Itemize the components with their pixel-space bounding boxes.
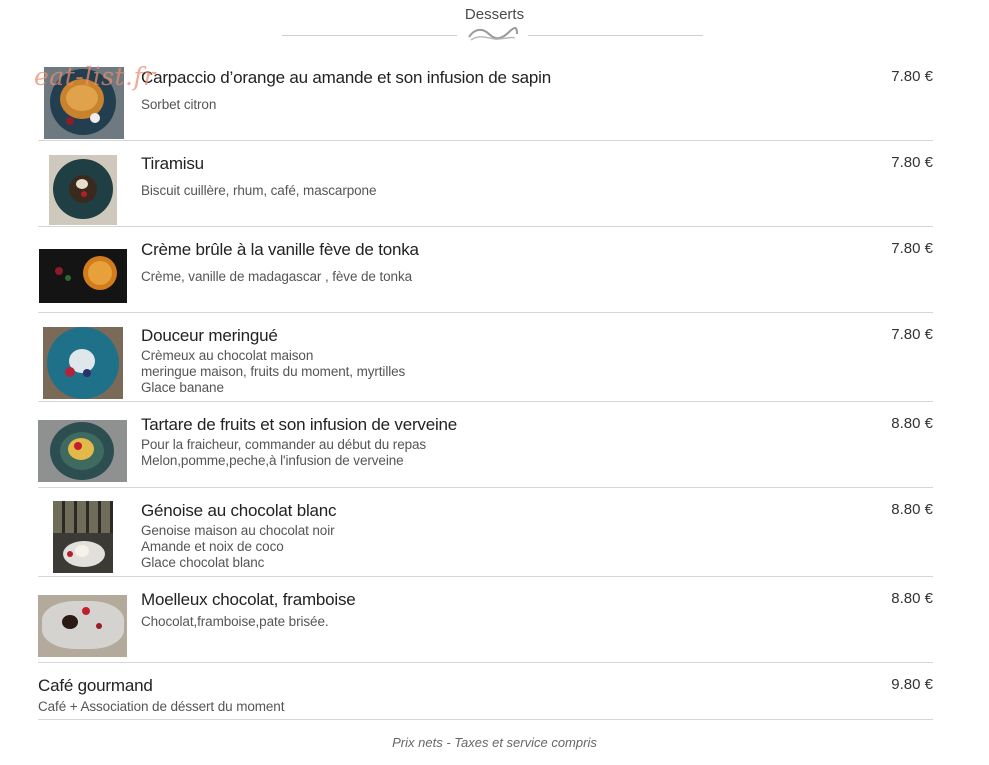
watermark-logo: eat-list.fr: [34, 62, 156, 91]
item-name: Café gourmand: [38, 676, 153, 695]
item-name: Génoise au chocolat blanc: [141, 501, 337, 520]
item-description: Sorbet citron: [141, 97, 217, 112]
moelleux-photo-icon: [38, 595, 127, 657]
item-name: Tiramisu: [141, 154, 204, 173]
menu-item[interactable]: Carpaccio d’orange au amande et son infu…: [38, 55, 933, 141]
item-name: Carpaccio d’orange au amande et son infu…: [141, 68, 551, 87]
item-description: Café + Association de déssert du moment: [38, 699, 285, 714]
item-description: Crèmeux au chocolat maison meringue mais…: [141, 348, 406, 395]
item-price: 7.80 €: [891, 326, 933, 343]
title-divider-right: [528, 35, 703, 36]
menu-item[interactable]: Café gourmand Café + Association de déss…: [38, 663, 933, 720]
item-name: Moelleux chocolat, framboise: [141, 590, 356, 609]
item-description: Crème, vanille de madagascar , fève de t…: [141, 269, 412, 284]
tartare-photo-icon: [38, 420, 127, 482]
menu-item[interactable]: Génoise au chocolat blanc Genoise maison…: [38, 488, 933, 577]
menu-item[interactable]: Tiramisu Biscuit cuillère, rhum, café, m…: [38, 141, 933, 227]
dessert-menu-list: Carpaccio d’orange au amande et son infu…: [38, 55, 933, 720]
item-name: Tartare de fruits et son infusion de ver…: [141, 415, 458, 434]
item-price: 8.80 €: [891, 501, 933, 518]
item-name: Douceur meringué: [141, 326, 278, 345]
menu-item[interactable]: Tartare de fruits et son infusion de ver…: [38, 402, 933, 488]
title-divider-left: [282, 35, 457, 36]
genoise-photo-icon: [53, 501, 113, 573]
creme-brulee-photo-icon: [39, 249, 127, 303]
menu-item[interactable]: Moelleux chocolat, framboise Chocolat,fr…: [38, 577, 933, 663]
item-description: Genoise maison au chocolat noir Amande e…: [141, 523, 335, 570]
item-description: Pour la fraicheur, commander au début du…: [141, 437, 427, 468]
section-header: Desserts: [0, 0, 989, 50]
swirl-ornament-icon: [468, 27, 518, 41]
meringue-photo-icon: [43, 327, 123, 399]
item-name: Crème brûle à la vanille fève de tonka: [141, 240, 419, 259]
menu-item[interactable]: Douceur meringué Crèmeux au chocolat mai…: [38, 313, 933, 402]
item-description: Chocolat,framboise,pate brisée.: [141, 614, 329, 629]
footer-note: Prix nets - Taxes et service compris: [392, 735, 597, 750]
item-price: 7.80 €: [891, 68, 933, 85]
item-price: 7.80 €: [891, 240, 933, 257]
tiramisu-photo-icon: [49, 155, 117, 225]
item-price: 8.80 €: [891, 590, 933, 607]
item-description: Biscuit cuillère, rhum, café, mascarpone: [141, 183, 377, 198]
section-title: Desserts: [464, 6, 525, 23]
menu-item[interactable]: Crème brûle à la vanille fève de tonka C…: [38, 227, 933, 313]
item-price: 9.80 €: [891, 676, 933, 693]
item-price: 7.80 €: [891, 154, 933, 171]
item-price: 8.80 €: [891, 415, 933, 432]
